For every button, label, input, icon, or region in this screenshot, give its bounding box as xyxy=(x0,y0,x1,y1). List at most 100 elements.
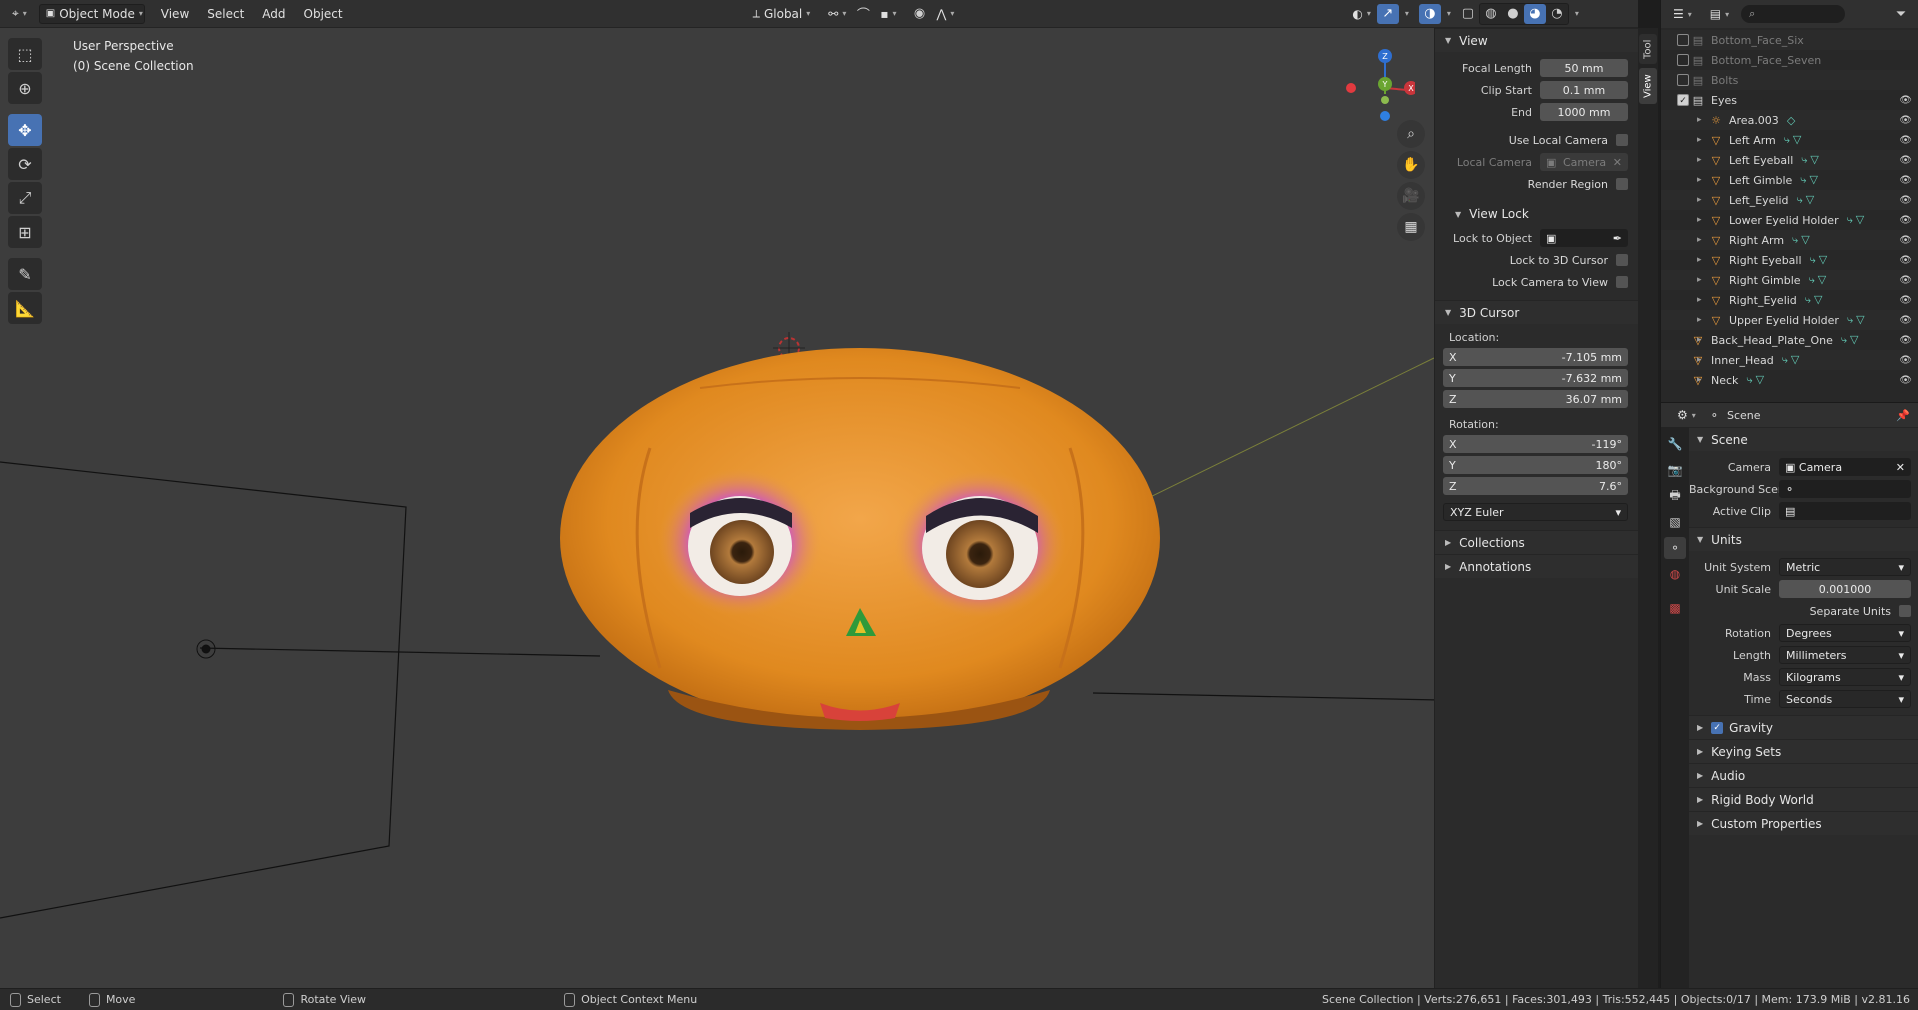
3d-viewport[interactable]: ⬚ ⊕ ✥ ⟳ ⤢ ⊞ ✎ 📐 User Perspective (0) Sce… xyxy=(0,28,1638,988)
collections-section-header[interactable]: ▶ Collections xyxy=(1435,530,1638,554)
modifier-icons[interactable]: ⤷▽ xyxy=(1841,333,1862,347)
modifier-icons[interactable]: ⤷▽ xyxy=(1847,313,1868,327)
overlay-toggle[interactable]: ◑ xyxy=(1418,3,1441,24)
expand-arrow-icon[interactable]: ▸ xyxy=(1697,355,1702,365)
xray-toggle[interactable]: ▢ xyxy=(1457,4,1479,24)
shading-wireframe[interactable]: ◍ xyxy=(1480,4,1502,24)
separate-units-checkbox[interactable] xyxy=(1899,605,1911,617)
visibility-eye-icon[interactable]: 👁 xyxy=(1899,295,1912,306)
clear-icon[interactable]: ✕ xyxy=(1896,461,1905,474)
visibility-eye-icon[interactable]: 👁 xyxy=(1899,355,1912,366)
scene-camera-field[interactable]: ▣ Camera ✕ xyxy=(1779,458,1911,476)
outliner-row[interactable]: ▸ ▽ Back_Head_Plate_One ⤷▽ 👁 xyxy=(1661,330,1918,350)
falloff-dropdown[interactable]: ⋀ ▾ xyxy=(931,4,961,24)
outliner-row[interactable]: ▤ Bolts xyxy=(1661,70,1918,90)
pin-icon[interactable]: 📌 xyxy=(1896,409,1910,422)
scene-panel-header[interactable]: ▼ Scene xyxy=(1689,427,1918,451)
local-camera-field[interactable]: ▣ Camera ✕ xyxy=(1540,153,1628,171)
exclude-checkbox[interactable] xyxy=(1677,34,1689,46)
modifier-icons[interactable]: ⤷▽ xyxy=(1801,153,1822,167)
outliner-row[interactable]: ▤ Bottom_Face_Six xyxy=(1661,30,1918,50)
visibility-eye-icon[interactable]: 👁 xyxy=(1899,375,1912,386)
menu-select[interactable]: Select xyxy=(201,4,250,24)
display-mode-dropdown[interactable]: ▤ ▾ xyxy=(1704,4,1735,24)
zoom-button[interactable]: ⌕ xyxy=(1397,120,1425,148)
active-clip-field[interactable]: ▤ xyxy=(1779,502,1911,520)
visibility-eye-icon[interactable]: 👁 xyxy=(1899,155,1912,166)
visibility-eye-icon[interactable]: 👁 xyxy=(1899,335,1912,346)
ortho-toggle-button[interactable]: ▦ xyxy=(1397,213,1425,241)
menu-view[interactable]: View xyxy=(155,4,195,24)
outliner-search-input[interactable]: ⌕ xyxy=(1741,5,1846,23)
cursor-location-x[interactable]: X -7.105 mm xyxy=(1443,348,1628,366)
expand-arrow-icon[interactable]: ▸ xyxy=(1697,315,1702,325)
outliner-row[interactable]: ▸ ▽ Right Arm ⤷▽ 👁 xyxy=(1661,230,1918,250)
outliner-row[interactable]: ▸ ▽ Left Arm ⤷▽ 👁 xyxy=(1661,130,1918,150)
visibility-eye-icon[interactable]: 👁 xyxy=(1899,195,1912,206)
outliner-row[interactable]: ▸ ▽ Right Eyeball ⤷▽ 👁 xyxy=(1661,250,1918,270)
visibility-eye-icon[interactable]: 👁 xyxy=(1899,115,1912,126)
snap-toggle[interactable]: ⌒ xyxy=(852,4,874,24)
modifier-icons[interactable]: ⤷▽ xyxy=(1792,233,1813,247)
rotation-mode-dropdown[interactable]: XYZ Euler ▾ xyxy=(1443,503,1628,521)
outliner-row[interactable]: ▸ ▽ Left Eyeball ⤷▽ 👁 xyxy=(1661,150,1918,170)
use-local-camera-checkbox[interactable] xyxy=(1616,134,1628,146)
expand-arrow-icon[interactable]: ▸ xyxy=(1697,375,1702,385)
time-units-dropdown[interactable]: Seconds ▾ xyxy=(1779,690,1911,708)
cursor-section-header[interactable]: ▼ 3D Cursor xyxy=(1435,300,1638,324)
overlay-dropdown[interactable]: ▾ xyxy=(1441,4,1457,24)
rotate-tool[interactable]: ⟳ xyxy=(8,148,42,180)
length-units-dropdown[interactable]: Millimeters ▾ xyxy=(1779,646,1911,664)
clip-start-field[interactable]: 0.1 mm xyxy=(1540,81,1628,99)
cursor-rotation-x[interactable]: X -119° xyxy=(1443,435,1628,453)
outliner-row[interactable]: ✓ ▤ Eyes 👁 xyxy=(1661,90,1918,110)
unit-system-dropdown[interactable]: Metric ▾ xyxy=(1779,558,1911,576)
cursor-rotation-y[interactable]: Y 180° xyxy=(1443,456,1628,474)
expand-arrow-icon[interactable]: ▸ xyxy=(1697,115,1702,125)
outliner-row[interactable]: ▸ ▽ Lower Eyelid Holder ⤷▽ 👁 xyxy=(1661,210,1918,230)
units-panel-header[interactable]: ▼ Units xyxy=(1689,527,1918,551)
outliner-row[interactable]: ▤ Bottom_Face_Seven xyxy=(1661,50,1918,70)
clear-icon[interactable]: ✕ xyxy=(1613,156,1622,169)
tab-scene[interactable]: ⚬ xyxy=(1664,537,1686,559)
annotate-tool[interactable]: ✎ xyxy=(8,258,42,290)
tab-view-layer[interactable]: ▧ xyxy=(1664,511,1686,533)
modifier-icons[interactable]: ⤷▽ xyxy=(1746,373,1767,387)
modifier-icons[interactable]: ⤷▽ xyxy=(1784,133,1805,147)
cursor-location-z[interactable]: Z 36.07 mm xyxy=(1443,390,1628,408)
visibility-eye-icon[interactable]: 👁 xyxy=(1899,235,1912,246)
mode-dropdown[interactable]: ▣ Object Mode ▾ xyxy=(38,3,145,24)
eyedropper-icon[interactable]: ✒ xyxy=(1613,232,1622,245)
annotations-section-header[interactable]: ▶ Annotations xyxy=(1435,554,1638,578)
exclude-checkbox[interactable]: ✓ xyxy=(1677,94,1689,106)
visibility-eye-icon[interactable]: 👁 xyxy=(1899,255,1912,266)
cursor-location-y[interactable]: Y -7.632 mm xyxy=(1443,369,1628,387)
menu-add[interactable]: Add xyxy=(256,4,291,24)
expand-arrow-icon[interactable]: ▸ xyxy=(1697,255,1702,265)
expand-arrow-icon[interactable]: ▸ xyxy=(1697,275,1702,285)
lock-to-object-field[interactable]: ▣ ✒ xyxy=(1540,229,1628,247)
proportional-edit-toggle[interactable]: ◉ xyxy=(909,4,931,24)
orientation-dropdown[interactable]: ⟂ Global ▾ xyxy=(747,4,817,24)
gravity-checkbox[interactable]: ✓ xyxy=(1711,721,1724,734)
shading-dropdown[interactable]: ▾ xyxy=(1569,4,1585,24)
tab-tool[interactable]: Tool xyxy=(1639,34,1657,64)
background-scene-field[interactable]: ⚬ xyxy=(1779,480,1911,498)
snap-dropdown[interactable]: ▪ ▾ xyxy=(874,4,902,24)
rigid-body-panel-header[interactable]: ▶ Rigid Body World xyxy=(1689,787,1918,811)
outliner-row[interactable]: ▸ ▽ Right_Eyelid ⤷▽ 👁 xyxy=(1661,290,1918,310)
modifier-icons[interactable]: ⤷▽ xyxy=(1782,353,1803,367)
unit-scale-field[interactable]: 0.001000 xyxy=(1779,580,1911,598)
gizmo-toggle[interactable]: ↗ xyxy=(1376,3,1399,24)
expand-arrow-icon[interactable]: ▸ xyxy=(1697,175,1702,185)
render-region-checkbox[interactable] xyxy=(1616,178,1628,190)
exclude-checkbox[interactable] xyxy=(1677,74,1689,86)
view-lock-header[interactable]: ▼ View Lock xyxy=(1435,202,1638,226)
visibility-eye-icon[interactable]: 👁 xyxy=(1899,315,1912,326)
outliner-row[interactable]: ▸ ▽ Left Gimble ⤷▽ 👁 xyxy=(1661,170,1918,190)
visibility-eye-icon[interactable]: 👁 xyxy=(1899,175,1912,186)
tab-output[interactable]: 🖶 xyxy=(1664,485,1686,507)
rotation-units-dropdown[interactable]: Degrees ▾ xyxy=(1779,624,1911,642)
expand-arrow-icon[interactable]: ▸ xyxy=(1697,335,1702,345)
visibility-eye-icon[interactable]: 👁 xyxy=(1899,215,1912,226)
